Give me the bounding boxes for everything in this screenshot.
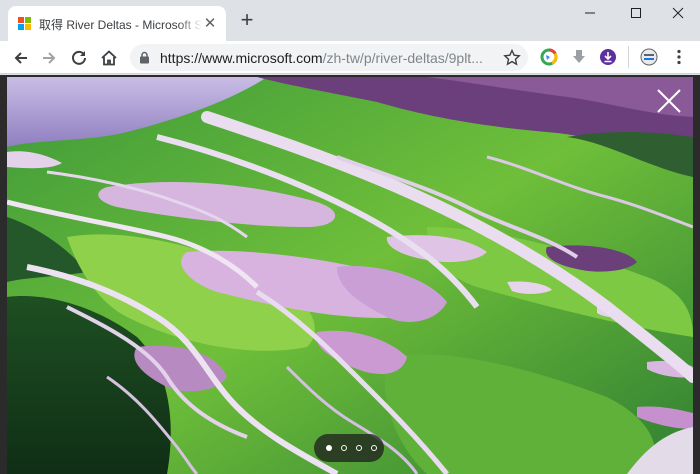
microsoft-logo-icon xyxy=(18,17,32,31)
download-icon[interactable] xyxy=(570,48,588,66)
forward-button[interactable] xyxy=(36,45,62,71)
tab-title: 取得 River Deltas - Microsoft Store xyxy=(39,18,201,32)
home-button[interactable] xyxy=(96,45,122,71)
url-text[interactable]: https://www.microsoft.com/zh-tw/p/river-… xyxy=(160,50,490,66)
carousel-dot-2[interactable] xyxy=(341,445,347,451)
reload-icon xyxy=(72,50,86,65)
tab-active[interactable]: 取得 River Deltas - Microsoft Store ✕ xyxy=(8,6,226,41)
url-host: https://www.microsoft.com xyxy=(160,50,323,66)
minimize-button[interactable] xyxy=(568,0,612,26)
browser-toolbar: https://www.microsoft.com/zh-tw/p/river-… xyxy=(0,41,700,74)
close-window-button[interactable] xyxy=(656,0,700,26)
carousel-dot-3[interactable] xyxy=(356,445,362,451)
lock-icon xyxy=(140,51,149,64)
new-tab-button[interactable]: + xyxy=(236,9,258,32)
tab-strip: 取得 River Deltas - Microsoft Store ✕ + xyxy=(0,0,700,41)
download-manager-icon[interactable] xyxy=(599,48,617,66)
bookmark-star-icon[interactable] xyxy=(502,48,522,68)
browser-window: 取得 River Deltas - Microsoft Store ✕ + xyxy=(0,0,700,474)
reload-button[interactable] xyxy=(66,45,92,71)
home-icon xyxy=(101,50,117,66)
back-arrow-icon xyxy=(14,52,27,64)
carousel-dot-4[interactable] xyxy=(371,445,377,451)
maximize-button[interactable] xyxy=(614,0,658,26)
close-icon xyxy=(672,7,684,19)
tab-close-icon[interactable]: ✕ xyxy=(202,16,218,32)
carousel-indicator xyxy=(314,434,384,462)
river-delta-image xyxy=(7,77,693,474)
maximize-icon xyxy=(631,8,641,18)
url-path: /zh-tw/p/river-deltas/9plt... xyxy=(322,50,483,66)
profile-avatar-icon[interactable] xyxy=(640,48,658,66)
back-button[interactable] xyxy=(8,45,34,71)
close-viewer-icon[interactable] xyxy=(653,85,685,117)
chrome-extension-color-icon[interactable] xyxy=(540,48,558,66)
carousel-dot-1[interactable] xyxy=(326,445,332,451)
page-content: 概述 xyxy=(0,75,700,474)
address-bar[interactable]: https://www.microsoft.com/zh-tw/p/river-… xyxy=(130,44,528,71)
screenshot-viewer[interactable] xyxy=(7,77,693,474)
tab-title-fade xyxy=(178,12,202,34)
toolbar-separator xyxy=(628,46,629,68)
forward-arrow-icon xyxy=(43,52,56,64)
kebab-menu-icon[interactable] xyxy=(670,48,688,66)
minimize-icon xyxy=(585,12,595,14)
